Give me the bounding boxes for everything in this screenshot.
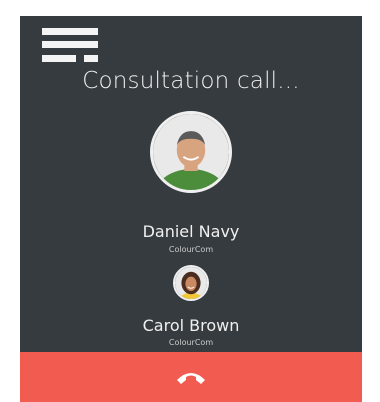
- secondary-contact-name: Carol Brown: [142, 316, 240, 335]
- hangup-button[interactable]: [20, 352, 362, 402]
- avatar-primary: [150, 111, 232, 193]
- avatar-primary-image: [153, 114, 229, 190]
- avatar-secondary-image: [175, 267, 207, 299]
- primary-contact-company: ColourCom: [168, 245, 214, 254]
- menu-icon[interactable]: [42, 28, 98, 62]
- avatar-secondary: [173, 265, 209, 301]
- phone-hangup-icon: [177, 373, 205, 384]
- secondary-contact-company: ColourCom: [168, 338, 214, 347]
- primary-contact-name: Daniel Navy: [142, 222, 240, 241]
- call-status-title: Consultation call...: [82, 68, 300, 94]
- call-panel: Consultation call... Daniel Navy ColourC…: [20, 16, 362, 402]
